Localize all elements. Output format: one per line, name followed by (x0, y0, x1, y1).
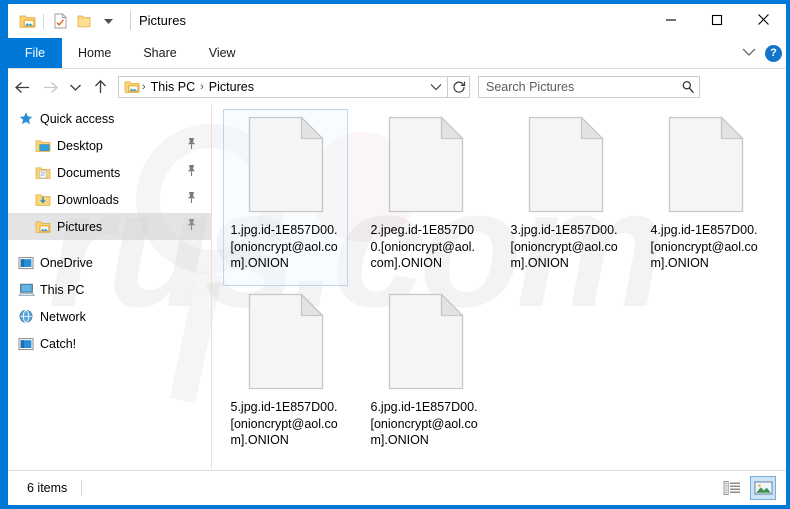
item-count-label: 6 items (27, 481, 68, 495)
status-separator (81, 480, 83, 496)
chevron-down-icon[interactable] (741, 44, 757, 62)
explorer-window: rus.com Pictures File Home Share View ? … (0, 0, 790, 509)
documents-folder-icon (35, 166, 57, 180)
this-pc-icon (18, 283, 40, 297)
back-button[interactable] (8, 72, 36, 102)
details-view-button[interactable] (719, 476, 745, 500)
window-client-area: rus.com Pictures File Home Share View ? … (8, 4, 786, 505)
forward-button[interactable] (36, 72, 64, 102)
sidebar-item-pictures[interactable]: Pictures (8, 213, 211, 240)
search-input[interactable]: Search Pictures (478, 76, 700, 98)
file-list-pane[interactable]: 1.jpg.id-1E857D00.[onioncrypt@aol.com].O… (212, 105, 786, 469)
sidebar-item-label: Downloads (57, 192, 119, 207)
sidebar-item-catch[interactable]: Catch! (8, 330, 211, 357)
sidebar-item-quick-access[interactable]: Quick access (8, 105, 211, 132)
star-icon (18, 111, 40, 127)
pin-icon[interactable] (186, 191, 197, 209)
sidebar-item-label: This PC (40, 282, 85, 297)
help-icon[interactable]: ? (765, 44, 782, 62)
properties-icon[interactable] (49, 10, 71, 32)
file-item[interactable]: 3.jpg.id-1E857D00.[onioncrypt@aol.com].O… (503, 109, 628, 286)
blank-file-icon (388, 115, 464, 213)
blank-file-icon (528, 115, 604, 213)
sidebar-item-downloads[interactable]: Downloads (8, 186, 211, 213)
pin-icon[interactable] (186, 218, 197, 236)
quick-access-toolbar (16, 9, 119, 33)
title-bar: Pictures (8, 4, 786, 38)
window-controls (648, 4, 786, 35)
catch-icon (18, 337, 40, 351)
view-toggle-group (719, 476, 776, 500)
breadcrumb-item-pictures[interactable]: Pictures (206, 80, 257, 94)
file-name: 4.jpg.id-1E857D00.[onioncrypt@aol.com].O… (650, 223, 758, 270)
breadcrumb-separator: › (142, 81, 146, 93)
sidebar-item-label: Catch! (40, 336, 77, 351)
file-item[interactable]: 1.jpg.id-1E857D00.[onioncrypt@aol.com].O… (223, 109, 348, 286)
blank-file-icon (248, 292, 324, 390)
blank-file-icon (388, 292, 464, 390)
new-folder-icon[interactable] (73, 10, 95, 32)
sidebar-item-label: Network (40, 309, 86, 324)
maximize-button[interactable] (694, 4, 740, 35)
minimize-button[interactable] (648, 4, 694, 35)
file-item[interactable]: 5.jpg.id-1E857D00.[onioncrypt@aol.com].O… (223, 286, 348, 463)
onedrive-icon (18, 256, 40, 270)
downloads-folder-icon (35, 193, 57, 207)
blank-file-icon (668, 115, 744, 213)
content-area: Quick access Desktop Documents Downloads… (8, 105, 786, 469)
file-name: 6.jpg.id-1E857D00.[onioncrypt@aol.com].O… (370, 400, 478, 447)
file-name: 5.jpg.id-1E857D00.[onioncrypt@aol.com].O… (230, 400, 338, 447)
address-bar: › This PC › Pictures Search Pictures (8, 69, 786, 105)
customize-qat-caret[interactable] (97, 10, 119, 32)
qat-separator (43, 13, 44, 29)
sidebar-item-documents[interactable]: Documents (8, 159, 211, 186)
tab-view[interactable]: View (193, 38, 252, 68)
tab-home[interactable]: Home (62, 38, 127, 68)
sidebar-item-label: OneDrive (40, 255, 93, 270)
search-placeholder: Search Pictures (486, 80, 575, 94)
breadcrumb-item-this-pc[interactable]: This PC (148, 80, 198, 94)
breadcrumb[interactable]: › This PC › Pictures (118, 76, 448, 98)
desktop-folder-icon (35, 139, 57, 153)
recent-locations-button[interactable] (64, 72, 86, 102)
sidebar-gap-1 (8, 240, 211, 249)
sidebar-item-this-pc[interactable]: This PC (8, 276, 211, 303)
file-name: 1.jpg.id-1E857D00.[onioncrypt@aol.com].O… (230, 223, 338, 270)
window-title: Pictures (139, 13, 186, 28)
file-item[interactable]: 6.jpg.id-1E857D00.[onioncrypt@aol.com].O… (363, 286, 488, 463)
pictures-folder-icon[interactable] (16, 10, 38, 32)
navigation-pane: Quick access Desktop Documents Downloads… (8, 105, 211, 469)
title-divider (130, 11, 131, 30)
search-icon[interactable] (681, 80, 695, 94)
file-item[interactable]: 4.jpg.id-1E857D00.[onioncrypt@aol.com].O… (643, 109, 768, 286)
sidebar-item-network[interactable]: Network (8, 303, 211, 330)
breadcrumb-dropdown-icon[interactable] (427, 83, 445, 91)
sidebar-item-label: Documents (57, 165, 121, 180)
file-name: 2.jpeg.id-1E857D00.[onioncrypt@aol.com].… (370, 223, 475, 270)
sidebar-item-label: Quick access (40, 111, 115, 126)
sidebar-item-label: Desktop (57, 138, 103, 153)
pictures-folder-icon (35, 220, 57, 234)
blank-file-icon (248, 115, 324, 213)
sidebar-item-label: Pictures (57, 219, 103, 234)
ribbon-right-controls: ? (741, 38, 782, 68)
file-name: 3.jpg.id-1E857D00.[onioncrypt@aol.com].O… (510, 223, 618, 270)
sidebar-item-desktop[interactable]: Desktop (8, 132, 211, 159)
status-bar: 6 items (8, 470, 786, 505)
sidebar-item-onedrive[interactable]: OneDrive (8, 249, 211, 276)
ribbon-tabs: File Home Share View ? (8, 38, 786, 68)
file-item[interactable]: 2.jpeg.id-1E857D00.[onioncrypt@aol.com].… (363, 109, 488, 286)
refresh-button[interactable] (448, 76, 470, 98)
tab-file[interactable]: File (8, 38, 62, 68)
file-grid: 1.jpg.id-1E857D00.[onioncrypt@aol.com].O… (212, 105, 786, 463)
pin-icon[interactable] (186, 164, 197, 182)
breadcrumb-separator-2: › (200, 81, 204, 93)
up-button[interactable] (86, 72, 114, 102)
pin-icon[interactable] (186, 137, 197, 155)
large-icons-view-button[interactable] (750, 476, 776, 500)
network-icon (18, 309, 40, 324)
tab-share[interactable]: Share (127, 38, 192, 68)
breadcrumb-pictures-icon[interactable] (124, 80, 140, 94)
close-button[interactable] (740, 4, 786, 35)
